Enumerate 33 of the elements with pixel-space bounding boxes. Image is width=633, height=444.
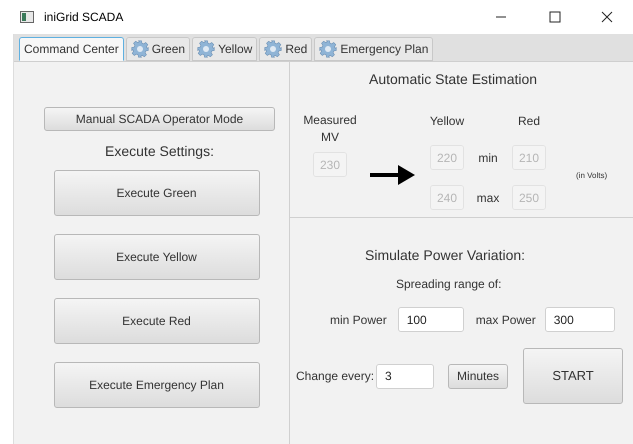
mode-button[interactable]: Manual SCADA Operator Mode	[44, 107, 275, 131]
row-label: min	[478, 150, 498, 166]
input-field[interactable]: 3	[376, 364, 434, 388]
arrow-icon	[370, 164, 416, 186]
tab[interactable]: Yellow	[192, 37, 258, 61]
start-button[interactable]: START	[523, 348, 624, 404]
execute-button[interactable]: Execute Emergency Plan	[54, 362, 260, 408]
column-label: Yellow	[430, 113, 464, 130]
field-label: max Power	[476, 312, 536, 328]
measured-label: Measured MV	[302, 112, 358, 146]
section-subtitle: Spreading range of:	[396, 276, 502, 293]
field-label: min Power	[330, 312, 387, 328]
unit-label: (in Volts)	[576, 170, 608, 182]
section-title: Simulate Power Variation:	[365, 246, 526, 265]
input-field[interactable]: 300	[544, 307, 615, 332]
tab[interactable]: Command Center	[19, 37, 124, 61]
input-field[interactable]: 100	[398, 307, 464, 332]
maximize-icon[interactable]	[549, 11, 561, 23]
execute-button[interactable]: Execute Red	[54, 298, 260, 344]
column-label: Red	[518, 113, 540, 130]
section-label: Execute Settings:	[105, 142, 214, 161]
execute-button[interactable]: Execute Green	[54, 170, 260, 216]
window-title: iniGrid SCADA	[44, 9, 124, 26]
tab[interactable]: Red	[259, 37, 312, 61]
tab[interactable]: Green	[126, 37, 190, 61]
section-title: Automatic State Estimation	[369, 70, 538, 89]
row-label: max	[476, 190, 500, 206]
tab[interactable]: Emergency Plan	[314, 37, 434, 61]
field-label: Change every:	[296, 368, 374, 385]
close-icon[interactable]	[601, 11, 613, 23]
app-icon	[20, 11, 34, 23]
execute-button[interactable]: Execute Yellow	[54, 234, 260, 280]
unit-button[interactable]: Minutes	[448, 364, 508, 388]
